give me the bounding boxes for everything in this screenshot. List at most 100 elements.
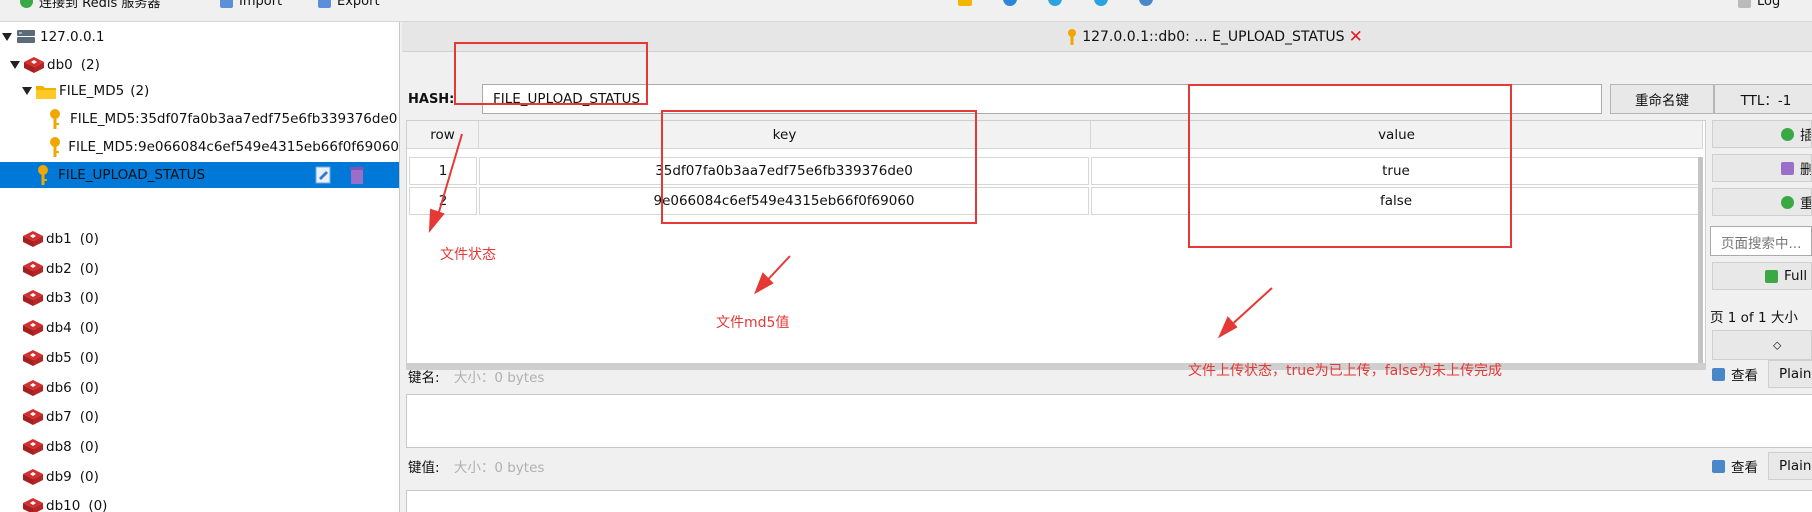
tree-db-node-db8[interactable]: db8 (0): [0, 434, 399, 460]
export-label: Export: [337, 0, 380, 9]
redis-db-icon: [23, 438, 43, 455]
folder-label: FILE_MD5: [59, 83, 125, 99]
help-icon[interactable]: [1003, 0, 1017, 6]
tree-key-node-selected[interactable]: FILE_UPLOAD_STATUS: [0, 162, 399, 188]
db-count: (0): [79, 349, 99, 366]
selected-key-label: FILE_UPLOAD_STATUS: [58, 167, 206, 183]
tree-db-node-db0[interactable]: db0 (2): [0, 52, 399, 78]
db-label: db1: [46, 231, 72, 247]
tree-server-node[interactable]: 127.0.0.1: [0, 24, 399, 50]
db-label: db9: [46, 468, 72, 485]
folder-icon: [36, 86, 56, 99]
tree-db-node-db2[interactable]: db2 (0): [0, 256, 399, 282]
import-label: Import: [239, 0, 283, 9]
connect-server-button[interactable]: 连接到 Redis 服务器: [20, 0, 161, 11]
key-editor[interactable]: [406, 394, 1812, 448]
insert-label: 插: [1800, 124, 1811, 144]
db-count: (0): [79, 231, 99, 247]
redis-db-icon: [23, 379, 43, 396]
twitter-icon[interactable]: [1094, 0, 1108, 6]
tree-db-node-db7[interactable]: db7 (0): [0, 404, 399, 430]
key-label: FILE_MD5:9e066084c6ef549e4315eb66f0f6906…: [68, 139, 399, 155]
db-count: (0): [79, 379, 99, 396]
annotation-md5-note: 文件md5值: [716, 315, 790, 331]
delete-row-button[interactable]: 删: [1712, 154, 1812, 182]
redis-db-icon: [23, 231, 43, 247]
tree-db-node-db1[interactable]: db1 (0): [0, 226, 399, 252]
redis-db-icon: [23, 290, 43, 307]
annotation-box-key-column: [661, 110, 977, 224]
expand-arrow-icon[interactable]: [2, 33, 12, 41]
tree-key-node[interactable]: FILE_MD5:9e066084c6ef549e4315eb66f0f6906…: [0, 134, 399, 160]
copy-icon[interactable]: [315, 165, 333, 185]
server-icon: [17, 30, 35, 43]
full-label: Full: [1784, 268, 1808, 284]
value-editor-label: 键值: 大小：0 bytes: [408, 456, 544, 476]
plus-icon: [20, 0, 33, 8]
value-name-label: 键值:: [408, 460, 440, 476]
page-stepper[interactable]: ⬦: [1712, 330, 1812, 360]
view-label: 查看: [1731, 368, 1758, 384]
tree-folder-node[interactable]: FILE_MD5 (2): [0, 78, 399, 104]
key-type-label: HASH:: [408, 92, 455, 107]
vertical-scrollbar[interactable]: [1698, 157, 1703, 367]
tree-db-node-db3[interactable]: db3 (0): [0, 285, 399, 311]
import-icon: [220, 0, 233, 8]
tab-title: 127.0.0.1::db0: ... E_UPLOAD_STATUS: [1082, 28, 1345, 45]
github-icon[interactable]: [1139, 0, 1153, 6]
connect-label: 连接到 Redis 服务器: [39, 0, 161, 11]
add-icon: [1781, 127, 1794, 141]
db-count: (0): [79, 409, 99, 426]
key-name-label: 键名:: [408, 370, 440, 386]
expand-arrow-icon[interactable]: [10, 61, 20, 69]
value-format-select[interactable]: Plain: [1768, 452, 1812, 480]
reload-button[interactable]: 重载: [1712, 188, 1812, 216]
rename-key-button[interactable]: 重命名键: [1610, 84, 1714, 114]
column-header-row: row: [407, 121, 479, 149]
key-view-button[interactable]: 查看: [1712, 364, 1758, 384]
table-cell-row[interactable]: 1: [409, 157, 477, 185]
annotation-status-note: 文件状态: [440, 247, 496, 263]
db-label: db7: [46, 409, 72, 426]
redis-db-icon: [23, 260, 43, 277]
page-search-input[interactable]: 页面搜索中...: [1710, 226, 1812, 256]
pagination-label: 页 1 of 1 大小: [1710, 310, 1798, 326]
annotation-box-value-column: [1188, 84, 1512, 248]
full-search-button[interactable]: Full: [1712, 262, 1812, 290]
db-count: (0): [79, 468, 99, 485]
tree-db-node-db4[interactable]: db4 (0): [0, 315, 399, 341]
import-button[interactable]: Import: [220, 0, 282, 10]
tree-key-node[interactable]: FILE_MD5:35df07fa0b3aa7edf75e6fb339376de…: [0, 106, 399, 132]
table-cell-row[interactable]: 2: [409, 187, 477, 215]
warning-icon[interactable]: [958, 0, 972, 6]
folder-count: (2): [130, 83, 150, 99]
db-label: db6: [46, 379, 72, 396]
key-size-label: 大小：0 bytes: [453, 370, 545, 386]
trash-icon[interactable]: [348, 165, 366, 185]
tab-key-detail[interactable]: 127.0.0.1::db0: ... E_UPLOAD_STATUS ✕: [1066, 27, 1363, 47]
key-icon: [1068, 28, 1077, 45]
insert-row-button[interactable]: 插: [1712, 120, 1812, 148]
reload-icon: [1781, 195, 1794, 209]
view-label: 查看: [1731, 460, 1758, 476]
db-label: db10: [46, 498, 81, 512]
ttl-button[interactable]: TTL：-1: [1714, 84, 1812, 114]
horizontal-scrollbar[interactable]: [407, 363, 1705, 369]
db-label: db3: [46, 290, 72, 307]
tree-db-node-db9[interactable]: db9 (0): [0, 464, 399, 490]
close-icon[interactable]: ✕: [1349, 27, 1363, 47]
tree-db-node-db6[interactable]: db6 (0): [0, 375, 399, 401]
redis-db-icon: [23, 409, 43, 426]
tree-db-node-db10[interactable]: db10 (0): [0, 493, 399, 512]
log-button[interactable]: Log: [1738, 0, 1780, 10]
key-format-select[interactable]: Plain: [1768, 360, 1812, 388]
db-count: (0): [79, 320, 99, 337]
redis-db-icon: [23, 498, 43, 512]
key-editor-label: 键名: 大小：0 bytes: [408, 366, 544, 386]
expand-arrow-icon[interactable]: [22, 87, 32, 95]
telegram-icon[interactable]: [1048, 0, 1062, 6]
tree-db-node-db5[interactable]: db5 (0): [0, 345, 399, 371]
value-editor[interactable]: [406, 490, 1812, 512]
value-view-button[interactable]: 查看: [1712, 456, 1758, 476]
export-button[interactable]: Export: [318, 0, 380, 10]
